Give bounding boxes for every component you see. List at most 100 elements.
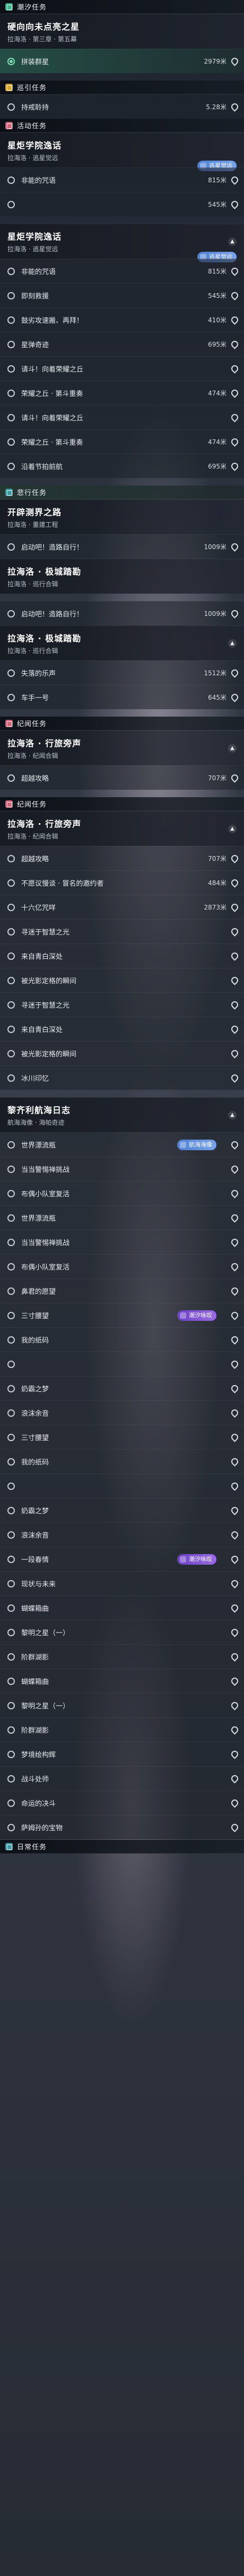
quest-step[interactable]: 拼装群星 2979米 xyxy=(0,49,244,73)
location-pin-icon xyxy=(231,1434,237,1441)
quest-step[interactable]: 我的纸码 xyxy=(0,1449,244,1474)
quest-step[interactable]: 黎明之星（一） xyxy=(0,1620,244,1644)
quest-step[interactable]: 被光影定格的瞬间 xyxy=(0,1041,244,1065)
chevron-up-icon[interactable]: ▲ xyxy=(228,237,237,246)
location-pin-icon xyxy=(231,1239,237,1246)
radio-icon xyxy=(7,1214,15,1222)
radio-icon xyxy=(7,438,15,446)
location-pin-icon xyxy=(231,774,237,782)
quest-step[interactable]: 车手一号 645米 xyxy=(0,685,244,709)
quest-step[interactable]: 寻迷于智慧之光 xyxy=(0,992,244,1017)
section-header-tide[interactable]: 潮汐任务 xyxy=(0,0,244,14)
distance: 484米 xyxy=(208,879,226,887)
quest-step[interactable]: 世界漂流瓶 航海海像 xyxy=(0,1132,244,1157)
quest-step[interactable]: 失落的乐声 1512米 xyxy=(0,660,244,685)
quest-step-list: 失落的乐声 1512米 车手一号 645米 xyxy=(0,660,244,709)
quest-step[interactable]: 非能的咒语 815米 xyxy=(0,259,244,283)
quest-step[interactable]: 蝴蝶箱曲 xyxy=(0,1595,244,1620)
quest-step[interactable]: 我的纸码 xyxy=(0,1327,244,1352)
section-header-lore-2[interactable]: 纪闻任务 xyxy=(0,797,244,811)
quest-step[interactable]: 布偶小队室复活 xyxy=(0,1254,244,1278)
quest-step[interactable]: 梦境绘构辉 xyxy=(0,1742,244,1766)
quest-step[interactable]: 当当警惕禅挑战 xyxy=(0,1230,244,1254)
quest-step-label: 黎明之星（一） xyxy=(21,1702,70,1710)
quest-step[interactable]: 持戒聆持 5.28米 xyxy=(0,94,244,119)
section-header-event[interactable]: 活动任务 xyxy=(0,119,244,133)
distance: 815米 xyxy=(208,177,226,184)
quest-card[interactable]: 拉海洛 · 极城踏勘 拉海洛 · 巡行合辑 xyxy=(0,559,244,594)
quest-step[interactable]: 三寸腰望 潮汐咏叹 xyxy=(0,1303,244,1327)
location-pin-icon xyxy=(231,928,237,936)
quest-step[interactable]: 世界漂流瓶 xyxy=(0,1205,244,1230)
quest-step[interactable]: 萨姆孙的宝物 xyxy=(0,1815,244,1839)
quest-step[interactable]: 战斗处师 xyxy=(0,1766,244,1790)
quest-step[interactable]: 奶霸之梦 xyxy=(0,1376,244,1400)
quest-step[interactable]: 超越攻略 707米 xyxy=(0,846,244,870)
quest-step-label: 当当警惕禅挑战 xyxy=(21,1239,70,1247)
quest-step[interactable]: 浪沫余音 xyxy=(0,1522,244,1547)
quest-step[interactable]: 来自青白深处 xyxy=(0,943,244,968)
quest-step[interactable]: 请斗！向着荣耀之丘 xyxy=(0,405,244,429)
quest-step[interactable]: 鼓劣攻速搬、再拜！ 410米 xyxy=(0,307,244,332)
chevron-up-icon[interactable]: ▲ xyxy=(228,1110,237,1119)
quest-step[interactable]: 被光影定格的瞬间 xyxy=(0,968,244,992)
quest-step[interactable]: 黎明之星（一） xyxy=(0,1693,244,1717)
quest-step-label: 拼装群星 xyxy=(21,58,49,66)
quest-step-list: 世界漂流瓶 航海海像 当当警惕禅挑战 布偶小队室复活 世界漂流瓶 当当警惕禅挑战 布偶小队室… xyxy=(0,1132,244,1839)
quest-step[interactable]: 阶群湖影 xyxy=(0,1644,244,1669)
quest-card[interactable]: 硬向向未点亮之星 拉海洛 · 第三章 · 第五幕 xyxy=(0,14,244,49)
section-header-daily[interactable]: 日常任务 xyxy=(0,1840,244,1854)
quest-step[interactable]: 三寸腰望 xyxy=(0,1425,244,1449)
radio-icon xyxy=(7,928,15,936)
quest-step[interactable]: 命运的决斗 xyxy=(0,1790,244,1815)
quest-card-expanded[interactable]: 拉海洛 · 行旅旁声 拉海洛 · 纪闻合辑 ▲ xyxy=(0,811,244,846)
quest-card-expanded[interactable]: 拉海洛 · 极城踏勘 拉海洛 · 巡行合辑 ▲ xyxy=(0,625,244,660)
quest-step[interactable]: 超越攻略 707米 xyxy=(0,765,244,790)
diamond-icon xyxy=(5,719,13,727)
location-pin-icon xyxy=(231,1702,237,1709)
quest-step[interactable]: 鼻君的愿望 xyxy=(0,1278,244,1303)
section-header-side[interactable]: 悲行任务 xyxy=(0,486,244,499)
quest-card-expanded[interactable]: 黎齐利航海日志 航海海像 · 海帕奇迹 ▲ xyxy=(0,1097,244,1132)
chevron-up-icon[interactable]: ▲ xyxy=(228,639,237,648)
quest-step[interactable]: 一段春情 潮汐咏叹 xyxy=(0,1547,244,1571)
quest-step[interactable]: 启动吧！造路自行！ 1009米 xyxy=(0,534,244,559)
quest-step[interactable]: 荣耀之丘 · 第斗重奏 474米 xyxy=(0,381,244,405)
quest-step[interactable]: 阶群湖影 xyxy=(0,1717,244,1742)
quest-step[interactable]: 请斗！向着荣耀之丘 xyxy=(0,356,244,381)
quest-step[interactable]: 现状与未来 xyxy=(0,1571,244,1595)
quest-step-label: 荣耀之丘 · 第斗重奏 xyxy=(21,390,83,398)
quest-card[interactable]: 拉海洛 · 行旅旁声 拉海洛 · 纪闻合辑 ▲ xyxy=(0,730,244,765)
quest-step[interactable]: 不愿议慢谈 · 冒名的邀约者 484米 xyxy=(0,870,244,895)
quest-step[interactable]: 即刻救援 545米 xyxy=(0,283,244,307)
quest-step[interactable]: 来自青白深处 xyxy=(0,1017,244,1041)
quest-step[interactable]: 蝴蝶箱曲 xyxy=(0,1669,244,1693)
distance: 1009米 xyxy=(204,543,226,551)
quest-step[interactable]: 布偶小队室复活 xyxy=(0,1181,244,1205)
quest-card[interactable]: 星炬学院逸话 拉海洛 · 逃星觉远 逃星觉远 xyxy=(0,133,244,171)
quest-step[interactable]: 奶霸之梦 xyxy=(0,1498,244,1522)
quest-step[interactable]: 545米 xyxy=(0,192,244,216)
quest-step[interactable]: 荣耀之丘 · 第斗重奏 474米 xyxy=(0,429,244,454)
quest-card[interactable]: 开辟测界之路 拉海洛 · 重建工程 xyxy=(0,499,244,534)
quest-step[interactable]: 沿着节拍前航 695米 xyxy=(0,454,244,478)
chevron-up-icon[interactable]: ▲ xyxy=(228,824,237,833)
quest-step[interactable]: 当当警惕禅挑战 xyxy=(0,1157,244,1181)
location-pin-icon xyxy=(231,1214,237,1222)
section-header-lore[interactable]: 纪闻任务 xyxy=(0,717,244,730)
distance: 410米 xyxy=(208,316,226,324)
quest-step[interactable]: 非能的咒语 815米 xyxy=(0,167,244,192)
quest-step[interactable] xyxy=(0,1352,244,1376)
quest-step[interactable]: 启动吧！造路自行！ 1009米 xyxy=(0,601,244,625)
quest-step[interactable]: 浪沫余音 xyxy=(0,1400,244,1425)
quest-step[interactable]: 星弹奇迹 695米 xyxy=(0,332,244,356)
quest-step[interactable]: 冰川印忆 xyxy=(0,1065,244,1090)
quest-card-expanded[interactable]: 星炬学院逸话 拉海洛 · 逃星觉远 ▲ 逃星觉远 xyxy=(0,224,244,262)
chevron-up-icon[interactable]: ▲ xyxy=(228,744,237,753)
section-header-guide[interactable]: 巡引任务 xyxy=(0,81,244,94)
distance: 707米 xyxy=(208,774,226,782)
radio-icon xyxy=(7,1001,15,1009)
quest-step[interactable] xyxy=(0,1474,244,1498)
quest-step[interactable]: 寻迷于智慧之光 xyxy=(0,919,244,943)
quest-step[interactable]: 十六亿咒咩 2873米 xyxy=(0,895,244,919)
